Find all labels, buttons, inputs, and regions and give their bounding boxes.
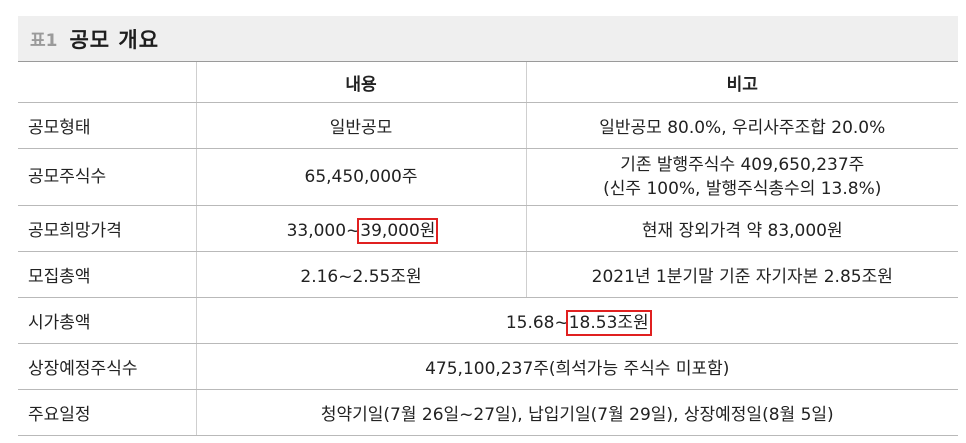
- price-range-low: 33,000~: [286, 221, 361, 241]
- table-row: 상장예정주식수 475,100,237주(희석가능 주식수 미포함): [18, 343, 958, 390]
- row-content-merged: 475,100,237주(희석가능 주식수 미포함): [195, 343, 958, 390]
- row-label: 모집총액: [18, 251, 196, 298]
- row-content: 일반공모: [195, 102, 526, 149]
- row-note: 현재 장외가격 약 83,000원: [525, 205, 958, 252]
- row-label: 공모희망가격: [18, 205, 196, 252]
- market-cap-low: 15.68~: [505, 313, 569, 333]
- highlighted-market-cap-high: 18.53조원: [565, 310, 652, 336]
- row-label: 공모주식수: [18, 148, 196, 206]
- table-row: 공모주식수 65,450,000주 기존 발행주식수 409,650,237주 …: [18, 148, 958, 206]
- row-label: 시가총액: [18, 297, 196, 344]
- row-note-line: (신주 100%, 발행주식총수의 13.8%): [603, 179, 882, 199]
- header-blank: [18, 62, 196, 103]
- table-row: 공모형태 일반공모 일반공모 80.0%, 우리사주조합 20.0%: [18, 102, 958, 149]
- table-row: 모집총액 2.16~2.55조원 2021년 1분기말 기준 자기자본 2.85…: [18, 251, 958, 298]
- ipo-overview-table: 내용 비고 공모형태 일반공모 일반공모 80.0%, 우리사주조합 20.0%…: [18, 62, 958, 436]
- highlighted-price-high: 39,000원: [357, 218, 439, 244]
- header-note: 비고: [525, 62, 958, 103]
- row-note: 2021년 1분기말 기준 자기자본 2.85조원: [525, 251, 958, 298]
- row-content-merged: 청약기일(7월 26일~27일), 납입기일(7월 29일), 상장예정일(8월…: [195, 389, 958, 436]
- row-content: 2.16~2.55조원: [195, 251, 526, 298]
- row-content-merged: 15.68~18.53조원: [195, 297, 958, 344]
- table-row: 공모희망가격 33,000~39,000원 현재 장외가격 약 83,000원: [18, 205, 958, 252]
- row-label: 주요일정: [18, 389, 196, 436]
- table-number: 표1: [30, 31, 58, 51]
- table-title: 공모 개요: [69, 27, 160, 52]
- table-row: 주요일정 청약기일(7월 26일~27일), 납입기일(7월 29일), 상장예…: [18, 389, 958, 436]
- table-row: 시가총액 15.68~18.53조원: [18, 297, 958, 344]
- row-note: 기존 발행주식수 409,650,237주 (신주 100%, 발행주식총수의 …: [525, 148, 958, 206]
- header-content: 내용: [195, 62, 526, 103]
- row-note-line: 기존 발행주식수 409,650,237주: [620, 155, 865, 175]
- ipo-overview-figure: 표1 공모 개요 내용 비고 공모형태 일반공모 일반공모 80.0%, 우리사…: [18, 16, 958, 436]
- row-content: 65,450,000주: [195, 148, 526, 206]
- row-content: 33,000~39,000원: [195, 205, 526, 252]
- row-label: 공모형태: [18, 102, 196, 149]
- row-label: 상장예정주식수: [18, 343, 196, 390]
- row-note: 일반공모 80.0%, 우리사주조합 20.0%: [525, 102, 958, 149]
- table-title-bar: 표1 공모 개요: [18, 16, 958, 62]
- table-header-row: 내용 비고: [18, 62, 958, 103]
